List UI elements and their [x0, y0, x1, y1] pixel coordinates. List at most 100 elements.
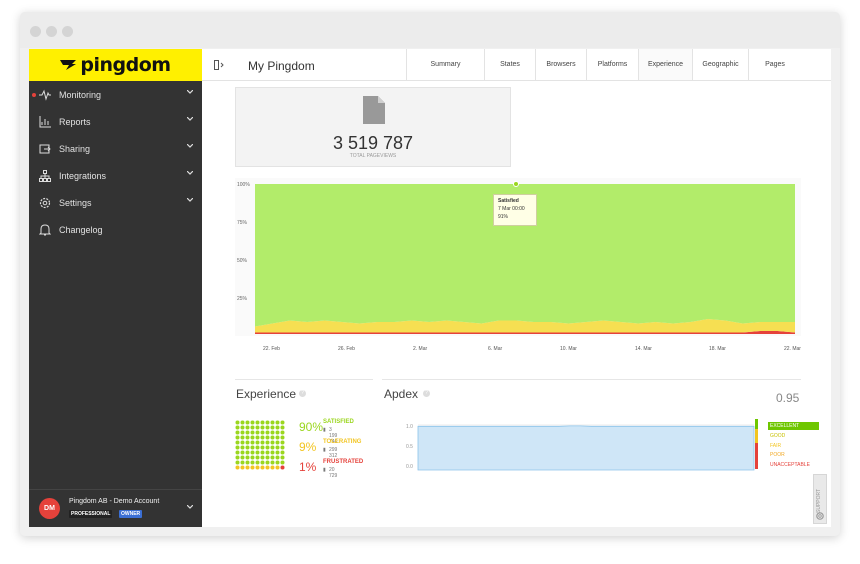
alert-indicator: [32, 92, 36, 97]
experience-dot: [255, 445, 260, 450]
sidebar-item-changelog[interactable]: Changelog: [29, 216, 202, 243]
collapse-sidebar-icon[interactable]: [214, 60, 224, 70]
experience-dot: [275, 435, 280, 440]
experience-dot: [245, 420, 250, 425]
experience-dot: [235, 450, 240, 455]
experience-dot: [260, 440, 265, 445]
apdex-rating-excellent: EXCELLENT: [768, 422, 819, 430]
experience-dot: [250, 450, 255, 455]
x-tick-label: 6. Mar: [488, 346, 503, 352]
close-window-button[interactable]: [30, 26, 41, 37]
experience-divider: [235, 379, 373, 380]
experience-dot: [270, 425, 275, 430]
pingdom-logo-icon: [60, 60, 77, 70]
chevron-down-icon[interactable]: [187, 198, 193, 202]
x-tick-label: 10. Mar: [560, 346, 577, 352]
hover-marker: [513, 181, 519, 187]
experience-dot: [255, 440, 260, 445]
experience-dot: [235, 460, 240, 465]
bar-chart-icon: [39, 115, 51, 127]
experience-dot: [280, 420, 285, 425]
pageviews-total: 3 519 787: [332, 133, 414, 153]
experience-dot: [275, 450, 280, 455]
chevron-down-icon[interactable]: [187, 171, 193, 175]
lifebuoy-icon: [816, 512, 824, 520]
experience-dot: [260, 425, 265, 430]
experience-dot: [275, 425, 280, 430]
account-switcher[interactable]: DM Pingdom AB - Demo Account PROFESSIONA…: [29, 489, 202, 527]
experience-dot: [255, 430, 260, 435]
top-bar: My Pingdom Summary States Browsers Platform…: [202, 49, 831, 81]
pulse-icon: [39, 89, 51, 101]
support-tab[interactable]: SUPPORT: [813, 474, 827, 524]
experience-dot: [250, 435, 255, 440]
chevron-down-icon[interactable]: [187, 90, 193, 94]
y-tick-label: 75%: [237, 220, 248, 226]
x-tick-label: 26. Feb: [338, 346, 355, 352]
experience-dot: [240, 440, 245, 445]
experience-dot: [275, 460, 280, 465]
sidebar-item-label: Sharing: [59, 143, 91, 154]
experience-dot: [250, 430, 255, 435]
sidebar-item-label: Changelog: [59, 224, 103, 235]
experience-dot: [280, 440, 285, 445]
experience-help-icon[interactable]: ?: [299, 390, 306, 397]
tab-pages[interactable]: Pages: [748, 49, 801, 80]
experience-dot: [280, 445, 285, 450]
apdex-y-tick: 0.0: [406, 464, 413, 470]
sidebar-item-integrations[interactable]: Integrations: [29, 162, 202, 189]
chevron-down-icon: [187, 505, 193, 509]
chevron-down-icon[interactable]: [187, 117, 193, 121]
experience-dot: [240, 445, 245, 450]
experience-dot: [265, 455, 270, 460]
experience-dot: [270, 445, 275, 450]
support-label: SUPPORT: [816, 488, 822, 513]
minimize-window-button[interactable]: [46, 26, 57, 37]
experience-dot: [240, 430, 245, 435]
tab-geographic[interactable]: Geographic: [692, 49, 748, 80]
tooltip-date: 7 Mar 00:00: [498, 206, 525, 212]
experience-dot: [265, 430, 270, 435]
apdex-help-icon[interactable]: ?: [423, 390, 430, 397]
network-icon: [39, 169, 51, 182]
logo[interactable]: pingdom: [29, 49, 202, 81]
sidebar-item-settings[interactable]: Settings: [29, 189, 202, 216]
apdex-chart[interactable]: 1.0 0.5 0.0: [402, 417, 759, 473]
tab-states[interactable]: States: [484, 49, 535, 80]
experience-dot: [250, 420, 255, 425]
experience-dot: [260, 445, 265, 450]
tab-browsers[interactable]: Browsers: [535, 49, 586, 80]
experience-dot: [265, 445, 270, 450]
sidebar-item-label: Settings: [59, 197, 92, 208]
experience-dot: [235, 425, 240, 430]
sidebar-item-sharing[interactable]: Sharing: [29, 135, 202, 162]
brand-name: pingdom: [80, 54, 171, 76]
document-icon: [363, 96, 385, 124]
experience-dot: [245, 430, 250, 435]
document-icon: ▮: [323, 467, 326, 473]
bell-icon: [39, 223, 51, 235]
experience-dot: [255, 425, 260, 430]
tab-platforms[interactable]: Platforms: [586, 49, 638, 80]
maximize-window-button[interactable]: [62, 26, 73, 37]
experience-dot: [250, 455, 255, 460]
experience-dot: [250, 445, 255, 450]
tab-summary[interactable]: Summary: [406, 49, 484, 80]
apdex-score: 0.95: [776, 391, 800, 405]
experience-dot: [245, 455, 250, 460]
experience-dot: [260, 420, 265, 425]
apdex-area: [417, 425, 755, 471]
sidebar-item-monitoring[interactable]: Monitoring: [29, 81, 202, 108]
x-tick-label: 18. Mar: [709, 346, 726, 352]
experience-count: 299 312: [329, 447, 338, 459]
sidebar-item-reports[interactable]: Reports: [29, 108, 202, 135]
tab-experience[interactable]: Experience: [638, 49, 692, 80]
page-title: My Pingdom: [248, 59, 315, 73]
experience-dot: [235, 430, 240, 435]
experience-dot: [245, 450, 250, 455]
experience-dot: [280, 460, 285, 465]
experience-dot: [245, 460, 250, 465]
chevron-down-icon[interactable]: [187, 144, 193, 148]
experience-dot: [260, 465, 265, 470]
experience-dot: [250, 465, 255, 470]
